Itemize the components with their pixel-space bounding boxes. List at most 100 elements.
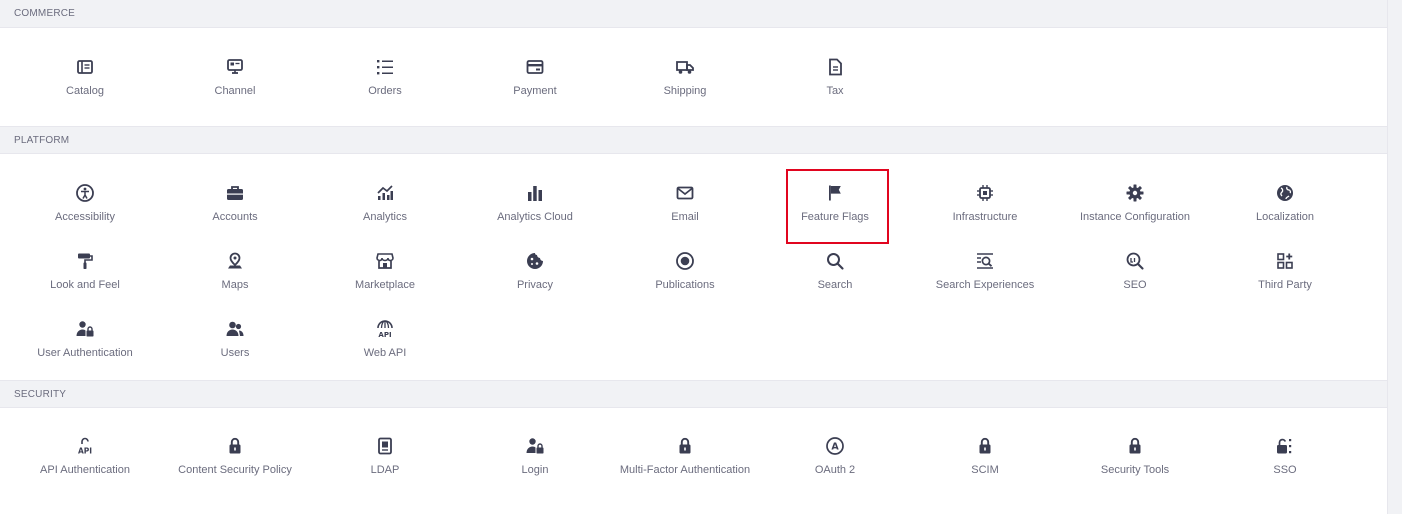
- lock-icon: [975, 436, 995, 456]
- settings-tile-label: Accessibility: [55, 211, 115, 223]
- oauth-icon: A: [825, 436, 845, 456]
- settings-tile-marketplace[interactable]: Marketplace: [310, 236, 460, 304]
- section-security: SECURITY API API Authentication Content Sec…: [0, 380, 1387, 499]
- settings-tile-content-security-policy[interactable]: Content Security Policy: [160, 421, 310, 489]
- svg-text:A: A: [831, 442, 839, 453]
- search-experiences-icon: [975, 251, 995, 271]
- settings-tile-shipping[interactable]: Shipping: [610, 42, 760, 110]
- settings-tile-label: Marketplace: [355, 279, 415, 291]
- orders-icon: [375, 57, 395, 77]
- settings-tile-accounts[interactable]: Accounts: [160, 168, 310, 236]
- paint-roller-icon: [75, 251, 95, 271]
- settings-tile-label: Payment: [513, 85, 557, 97]
- settings-tile-api-authentication[interactable]: API API Authentication: [10, 421, 160, 489]
- infrastructure-icon: [975, 183, 995, 203]
- settings-tile-label: Look and Feel: [50, 279, 120, 291]
- settings-tile-label: Users: [220, 347, 250, 359]
- settings-tile-infrastructure[interactable]: Infrastructure: [910, 168, 1060, 236]
- section-platform: PLATFORM Accessibility Accounts Analytics An…: [0, 126, 1387, 380]
- settings-tile-label: Shipping: [663, 85, 707, 97]
- settings-tile-label: Publications: [655, 279, 715, 291]
- lock-icon: [1125, 436, 1145, 456]
- settings-tile-label: Analytics: [362, 211, 408, 223]
- storefront-icon: [375, 251, 395, 271]
- settings-tile-seo[interactable]: SEO: [1060, 236, 1210, 304]
- settings-tile-tax[interactable]: Tax: [760, 42, 910, 110]
- settings-tile-email[interactable]: Email: [610, 168, 760, 236]
- settings-tile-label: User Authentication: [37, 347, 133, 359]
- lock-icon: [225, 436, 245, 456]
- flag-icon: [825, 183, 845, 203]
- settings-tile-label: SEO: [1123, 279, 1147, 291]
- settings-tile-third-party[interactable]: Third Party: [1210, 236, 1360, 304]
- analytics-cloud-icon: [525, 183, 545, 203]
- settings-tile-label: Feature Flags: [801, 211, 869, 223]
- settings-tile-channel[interactable]: Channel: [160, 42, 310, 110]
- settings-tile-instance-configuration[interactable]: Instance Configuration: [1060, 168, 1210, 236]
- settings-tile-catalog[interactable]: Catalog: [10, 42, 160, 110]
- section-header: PLATFORM: [0, 126, 1387, 154]
- search-icon: [825, 251, 845, 271]
- seo-icon: [1125, 251, 1145, 271]
- settings-tile-web-api[interactable]: API Web API: [310, 304, 460, 372]
- section-header: COMMERCE: [0, 0, 1387, 28]
- settings-tile-label: Catalog: [66, 85, 104, 97]
- users-icon: [225, 319, 245, 339]
- settings-tile-orders[interactable]: Orders: [310, 42, 460, 110]
- email-icon: [675, 183, 695, 203]
- ldap-icon: [375, 436, 395, 456]
- settings-tile-label: Web API: [363, 347, 407, 359]
- settings-tile-look-and-feel[interactable]: Look and Feel: [10, 236, 160, 304]
- settings-tile-label: Multi-Factor Authentication: [619, 464, 751, 476]
- settings-tile-ldap[interactable]: LDAP: [310, 421, 460, 489]
- settings-tile-label: Accounts: [212, 211, 258, 223]
- settings-tile-label: LDAP: [370, 464, 400, 476]
- settings-tile-analytics-cloud[interactable]: Analytics Cloud: [460, 168, 610, 236]
- section-commerce: COMMERCE Catalog Channel Orders Payment Shipp…: [0, 0, 1387, 126]
- settings-tile-accessibility[interactable]: Accessibility: [10, 168, 160, 236]
- settings-tile-users[interactable]: Users: [160, 304, 310, 372]
- settings-tile-feature-flags[interactable]: Feature Flags: [760, 168, 910, 244]
- settings-tile-multi-factor-authentication[interactable]: Multi-Factor Authentication: [610, 421, 760, 489]
- tax-icon: [825, 57, 845, 77]
- settings-tile-label: Login: [521, 464, 549, 476]
- settings-tile-user-authentication[interactable]: User Authentication: [10, 304, 160, 372]
- settings-tile-scim[interactable]: SCIM: [910, 421, 1060, 489]
- settings-tile-label: OAuth 2: [814, 464, 856, 476]
- sso-icon: [1275, 436, 1295, 456]
- globe-icon: [1275, 183, 1295, 203]
- settings-tile-label: API Authentication: [40, 464, 130, 476]
- settings-tile-label: Orders: [368, 85, 402, 97]
- settings-tile-privacy[interactable]: Privacy: [460, 236, 610, 304]
- settings-tile-search[interactable]: Search: [760, 236, 910, 304]
- svg-text:API: API: [378, 331, 391, 339]
- section-grid: API API Authentication Content Security Po…: [0, 408, 1387, 499]
- settings-tile-maps[interactable]: Maps: [160, 236, 310, 304]
- accounts-icon: [225, 183, 245, 203]
- settings-tile-oauth-2[interactable]: A OAuth 2: [760, 421, 910, 489]
- settings-tile-security-tools[interactable]: Security Tools: [1060, 421, 1210, 489]
- svg-text:API: API: [78, 447, 92, 456]
- settings-tile-label: Email: [671, 211, 699, 223]
- settings-tile-login[interactable]: Login: [460, 421, 610, 489]
- settings-tile-analytics[interactable]: Analytics: [310, 168, 460, 236]
- settings-tile-label: Channel: [214, 85, 256, 97]
- catalog-icon: [75, 57, 95, 77]
- settings-tile-search-experiences[interactable]: Search Experiences: [910, 236, 1060, 304]
- section-grid: Accessibility Accounts Analytics Analytics …: [0, 154, 1387, 380]
- settings-tile-sso[interactable]: SSO: [1210, 421, 1360, 489]
- settings-tile-publications[interactable]: Publications: [610, 236, 760, 304]
- settings-tile-label: Third Party: [1258, 279, 1312, 291]
- settings-tile-label: Analytics Cloud: [497, 211, 573, 223]
- settings-tile-payment[interactable]: Payment: [460, 42, 610, 110]
- settings-tile-label: Content Security Policy: [178, 464, 292, 476]
- settings-tile-label: Search Experiences: [935, 279, 1035, 291]
- section-header: SECURITY: [0, 380, 1387, 408]
- section-grid: Catalog Channel Orders Payment Shipping Tax: [0, 28, 1387, 126]
- map-pin-icon: [225, 251, 245, 271]
- settings-tile-localization[interactable]: Localization: [1210, 168, 1360, 236]
- shipping-icon: [675, 57, 695, 77]
- settings-tile-label: Instance Configuration: [1079, 211, 1191, 223]
- user-lock-icon: [75, 319, 95, 339]
- settings-tile-label: Maps: [221, 279, 249, 291]
